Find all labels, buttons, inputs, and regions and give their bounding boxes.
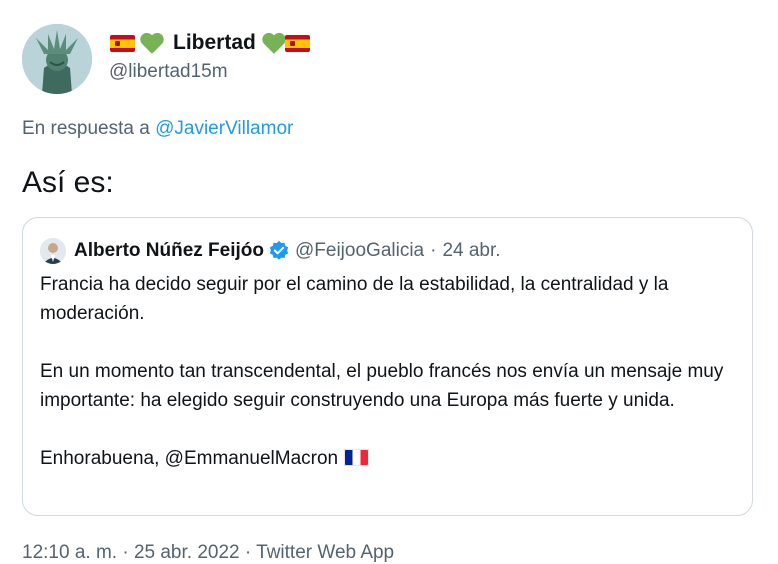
- quoted-paragraph: Francia ha decido seguir por el camino d…: [40, 274, 669, 324]
- spain-flag-icon: [110, 34, 135, 52]
- quoted-paragraph-last: Enhorabuena, @EmmanuelMacron: [40, 444, 740, 473]
- dot-separator: ·: [430, 240, 437, 261]
- verified-badge-icon: [269, 240, 289, 260]
- green-heart-icon: [262, 32, 286, 54]
- green-heart-icon: [140, 32, 164, 54]
- quoted-author-avatar[interactable]: [40, 238, 66, 264]
- author-name-row[interactable]: Libertad: [110, 29, 310, 57]
- author-handle[interactable]: @libertad15m: [109, 61, 228, 83]
- reply-context: En respuesta a @JavierVillamor: [22, 118, 293, 140]
- quoted-tweet-card[interactable]: Alberto Núñez Feijóo @FeijooGalicia · 24…: [22, 217, 753, 516]
- quoted-paragraph: En un momento tan transcendental, el pue…: [40, 361, 724, 411]
- reply-mention-link[interactable]: @JavierVillamor: [155, 118, 293, 139]
- reply-prefix: En respuesta a: [22, 118, 150, 139]
- quoted-tweet-date[interactable]: 24 abr.: [442, 240, 500, 262]
- france-flag-icon: [344, 449, 370, 466]
- tweet-text: Así es:: [22, 166, 114, 199]
- quoted-tweet-body: Francia ha decido seguir por el camino d…: [40, 270, 740, 473]
- quoted-author-handle[interactable]: @FeijooGalicia: [295, 240, 424, 262]
- quoted-author-name[interactable]: Alberto Núñez Feijóo: [74, 240, 264, 262]
- author-avatar[interactable]: [22, 24, 92, 94]
- quoted-tweet-header: Alberto Núñez Feijóo @FeijooGalicia · 24…: [40, 237, 501, 265]
- author-display-name[interactable]: Libertad: [173, 31, 256, 55]
- quoted-paragraph-text: Enhorabuena, @EmmanuelMacron: [40, 448, 339, 469]
- tweet-metadata[interactable]: 12:10 a. m. · 25 abr. 2022 · Twitter Web…: [22, 542, 394, 564]
- spain-flag-icon: [284, 34, 310, 52]
